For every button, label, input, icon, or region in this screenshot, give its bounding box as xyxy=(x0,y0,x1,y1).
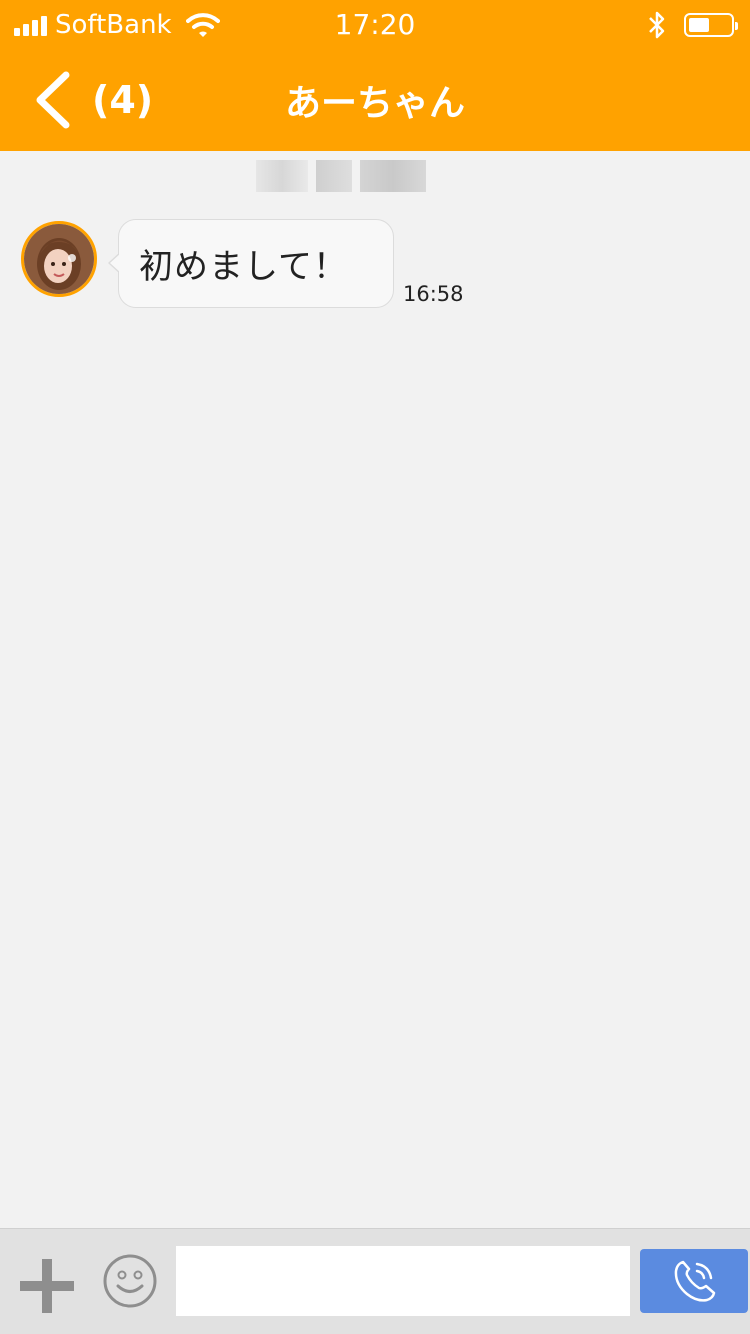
message-text: 初めまして！ xyxy=(139,247,348,287)
message-input[interactable] xyxy=(176,1246,630,1316)
composer-bar xyxy=(0,1228,750,1334)
message-bubble[interactable]: 初めまして！ xyxy=(118,219,394,308)
status-right xyxy=(646,10,738,40)
battery-icon xyxy=(684,13,738,37)
message-time: 16:58 xyxy=(403,282,464,306)
date-separator xyxy=(256,160,426,192)
bubble-tail-inner xyxy=(110,253,121,273)
header: SoftBank 17:20 (4) あーちゃん xyxy=(0,0,750,151)
avatar[interactable] xyxy=(21,221,97,297)
bluetooth-icon xyxy=(649,11,665,39)
call-button[interactable] xyxy=(640,1249,748,1313)
avatar-photo xyxy=(24,224,94,294)
smiley-icon[interactable] xyxy=(102,1253,158,1309)
phone-icon xyxy=(674,1260,716,1302)
nav-bar: (4) あーちゃん xyxy=(0,50,750,151)
status-bar: SoftBank 17:20 xyxy=(0,0,750,50)
plus-icon[interactable] xyxy=(20,1259,74,1313)
status-time: 17:20 xyxy=(334,8,416,41)
page-title: あーちゃん xyxy=(284,83,465,124)
